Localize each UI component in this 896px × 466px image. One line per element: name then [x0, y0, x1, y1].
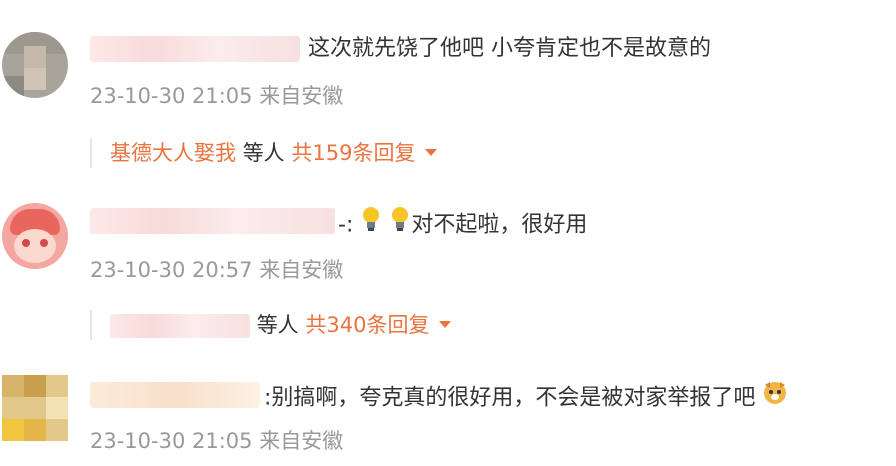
comment-location: 来自安徽	[259, 258, 344, 282]
reply-username[interactable]: 基德大人娶我	[110, 141, 236, 165]
reply-count[interactable]: 共159条回复	[291, 141, 415, 165]
lightbulb-emoji	[389, 206, 411, 241]
lightbulb-emoji	[360, 206, 382, 241]
dog-emoji	[762, 379, 788, 414]
comment-prefix: -:	[338, 212, 354, 238]
comment-text: 这次就先饶了他吧 小夸肯定也不是故意的	[308, 36, 711, 61]
reply-and-others: 等人	[256, 313, 299, 337]
comment-time: 23-10-30 21:05	[90, 84, 253, 108]
reply-and-others: 等人	[242, 141, 285, 165]
caret-down-icon[interactable]	[439, 320, 452, 328]
avatar[interactable]	[2, 32, 68, 98]
comment-text-line: :别搞啊，夸克真的很好用，不会是被对家举报了吧	[264, 381, 788, 416]
comment-location: 来自安徽	[259, 429, 344, 453]
reply-summary[interactable]: 等人 共340条回复	[90, 310, 452, 340]
caret-down-icon[interactable]	[425, 148, 438, 156]
comment-meta: 23-10-30 20:57 来自安徽	[90, 256, 343, 284]
username-blurred[interactable]	[90, 382, 260, 408]
comment-text: 对不起啦，很好用	[411, 212, 588, 238]
avatar[interactable]	[2, 375, 68, 441]
comment-location: 来自安徽	[259, 84, 344, 108]
reply-username-blurred[interactable]	[110, 314, 250, 338]
username-blurred[interactable]	[90, 36, 300, 62]
reply-count[interactable]: 共340条回复	[305, 313, 429, 337]
comment-text-line: -: 对不起啦，很好用	[338, 206, 588, 243]
reply-summary[interactable]: 基德大人娶我 等人 共159条回复	[90, 138, 438, 168]
comment-time: 23-10-30 20:57	[90, 258, 253, 282]
comment-meta: 23-10-30 21:05 来自安徽	[90, 82, 343, 110]
avatar[interactable]	[2, 203, 68, 269]
comment-time: 23-10-30 21:05	[90, 429, 253, 453]
comment-meta: 23-10-30 21:05 来自安徽	[90, 427, 343, 455]
comment-text: 别搞啊，夸克真的很好用，不会是被对家举报了吧	[271, 385, 756, 411]
username-blurred[interactable]	[90, 208, 335, 234]
